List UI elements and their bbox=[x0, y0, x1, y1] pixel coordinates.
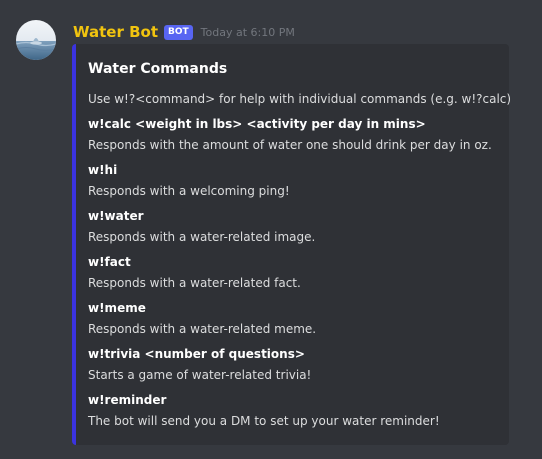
field-name: w!calc <weight in lbs> <activity per day… bbox=[88, 117, 426, 131]
field-name: w!reminder bbox=[88, 393, 167, 407]
field-name: w!water bbox=[88, 209, 144, 223]
embed-title: Water Commands bbox=[88, 61, 228, 77]
field-value: Responds with a welcoming ping! bbox=[88, 184, 290, 198]
field-name: w!meme bbox=[88, 301, 146, 315]
field-value: Responds with a water-related image. bbox=[88, 230, 316, 244]
embed-field-reminder: w!reminder The bot will send you a DM to… bbox=[88, 390, 503, 432]
bot-avatar[interactable] bbox=[16, 20, 56, 60]
embed-field-water: w!water Responds with a water-related im… bbox=[88, 206, 503, 248]
field-value: Starts a game of water-related trivia! bbox=[88, 368, 312, 382]
field-value: The bot will send you a DM to set up you… bbox=[88, 414, 440, 428]
field-value: Responds with a water-related meme. bbox=[88, 322, 317, 336]
commands-embed: Water Commands Use w!?<command> for help… bbox=[72, 44, 512, 445]
message-header: Water Bot BOT Today at 6:10 PM bbox=[73, 21, 295, 43]
chat-message: Water Bot BOT Today at 6:10 PM Water Com… bbox=[0, 0, 542, 459]
water-drop-avatar-icon bbox=[16, 20, 56, 60]
embed-field-fact: w!fact Responds with a water-related fac… bbox=[88, 252, 503, 294]
field-value: Responds with the amount of water one sh… bbox=[88, 138, 492, 152]
field-name: w!trivia <number of questions> bbox=[88, 347, 305, 361]
field-value: Responds with a water-related fact. bbox=[88, 276, 301, 290]
embed-description: Use w!?<command> for help with individua… bbox=[88, 92, 512, 106]
message-timestamp: Today at 6:10 PM bbox=[200, 25, 295, 39]
embed-field-calc: w!calc <weight in lbs> <activity per day… bbox=[88, 114, 503, 156]
embed-field-hi: w!hi Responds with a welcoming ping! bbox=[88, 160, 503, 202]
embed-field-trivia: w!trivia <number of questions> Starts a … bbox=[88, 344, 503, 386]
field-name: w!hi bbox=[88, 163, 118, 177]
field-name: w!fact bbox=[88, 255, 131, 269]
bot-badge: BOT bbox=[164, 24, 193, 40]
embed-field-meme: w!meme Responds with a water-related mem… bbox=[88, 298, 503, 340]
username[interactable]: Water Bot bbox=[73, 23, 158, 41]
